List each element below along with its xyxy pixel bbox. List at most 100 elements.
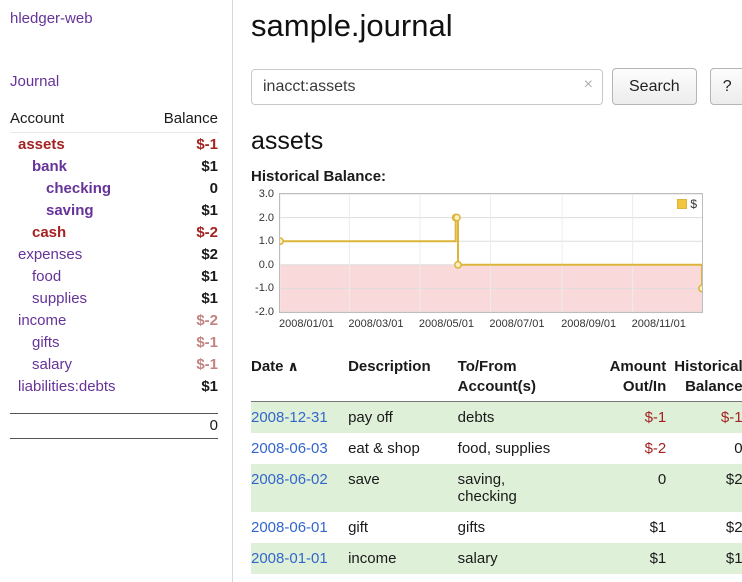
account-balance: $1 — [147, 287, 218, 309]
account-link-cash[interactable]: cash — [32, 224, 66, 241]
account-row: assets $-1 — [10, 133, 218, 156]
account-balance: $2 — [147, 243, 218, 265]
transaction-balance: $2 — [674, 464, 742, 512]
transaction-date-link[interactable]: 2008-06-03 — [251, 440, 328, 457]
account-row: food $1 — [10, 265, 218, 287]
transaction-row: 2008-01-01 income salary $1 $1 — [251, 543, 742, 574]
transactions-table: Date∧ Description To/From Account(s) Amo… — [251, 355, 742, 574]
transaction-description: save — [348, 464, 458, 512]
transaction-amount: $-1 — [606, 402, 674, 434]
col-balance-line2: Balance — [685, 378, 742, 395]
account-balance: $-2 — [147, 309, 218, 331]
transaction-balance: 0 — [674, 433, 742, 464]
col-accounts-line1: To/From — [458, 358, 517, 375]
search-bar: × Search ? — [251, 68, 742, 105]
accounts-table: Account Balance assets $-1 bank $1 check… — [10, 108, 218, 397]
account-link-saving[interactable]: saving — [46, 202, 94, 219]
transaction-description: eat & shop — [348, 433, 458, 464]
accounts-header-row: Account Balance — [10, 108, 218, 133]
account-balance: $1 — [147, 265, 218, 287]
balance-chart-svg — [280, 194, 702, 312]
account-link-expenses[interactable]: expenses — [18, 246, 82, 263]
account-link-assets[interactable]: assets — [18, 136, 65, 153]
y-tick-label: -2.0 — [255, 306, 274, 318]
account-link-bank[interactable]: bank — [32, 158, 67, 175]
transaction-balance: $2 — [674, 512, 742, 543]
transaction-date-link[interactable]: 2008-01-01 — [251, 550, 328, 567]
account-link-checking[interactable]: checking — [46, 180, 111, 197]
col-amount: Amount Out/In — [606, 355, 674, 402]
transaction-amount: $1 — [606, 512, 674, 543]
transaction-accounts: gifts — [458, 512, 607, 543]
y-tick-label: 3.0 — [259, 188, 274, 200]
account-balance: $1 — [147, 199, 218, 221]
account-balance: $-1 — [147, 353, 218, 375]
transactions-header-row: Date∧ Description To/From Account(s) Amo… — [251, 355, 742, 402]
chart-plot: $ — [279, 193, 703, 313]
account-balance: $-2 — [147, 221, 218, 243]
y-tick-label: 0.0 — [259, 259, 274, 271]
main-content: sample.journal × Search ? assets Histori… — [233, 0, 742, 582]
account-link-gifts[interactable]: gifts — [32, 334, 60, 351]
transaction-description: pay off — [348, 402, 458, 434]
account-balance: 0 — [147, 177, 218, 199]
col-date-label: Date — [251, 358, 284, 375]
x-tick-label: 2008/03/01 — [348, 318, 403, 330]
account-row: gifts $-1 — [10, 331, 218, 353]
y-tick-label: 2.0 — [259, 212, 274, 224]
transaction-row: 2008-06-02 save saving, checking 0 $2 — [251, 464, 742, 512]
historical-balance-chart: 3.02.01.00.0-1.0-2.0 $ 2008/01/012008/03… — [251, 193, 742, 343]
account-link-liabilities-debts[interactable]: liabilities:debts — [18, 378, 116, 395]
transaction-date-link[interactable]: 2008-06-02 — [251, 471, 328, 488]
transaction-accounts: salary — [458, 543, 607, 574]
transaction-date-link[interactable]: 2008-06-01 — [251, 519, 328, 536]
account-row: salary $-1 — [10, 353, 218, 375]
col-amount-line2: Out/In — [623, 378, 666, 395]
accounts-total: 0 — [10, 413, 218, 439]
clear-search-icon[interactable]: × — [584, 77, 593, 93]
accounts-col-balance: Balance — [147, 108, 218, 133]
search-box: × — [251, 69, 603, 105]
journal-nav-link[interactable]: Journal — [10, 73, 59, 90]
col-balance-line1: Historical — [674, 358, 742, 375]
account-link-income[interactable]: income — [18, 312, 66, 329]
account-row: income $-2 — [10, 309, 218, 331]
transaction-balance: $-1 — [674, 402, 742, 434]
x-tick-label: 2008/09/01 — [561, 318, 616, 330]
account-link-supplies[interactable]: supplies — [32, 290, 87, 307]
transaction-row: 2008-12-31 pay off debts $-1 $-1 — [251, 402, 742, 434]
account-row: expenses $2 — [10, 243, 218, 265]
app-title-link[interactable]: hledger-web — [10, 10, 93, 27]
account-balance: $-1 — [147, 133, 218, 156]
transaction-date-link[interactable]: 2008-12-31 — [251, 409, 328, 426]
chart-heading: Historical Balance: — [251, 168, 742, 185]
x-tick-label: 2008/11/01 — [632, 318, 686, 330]
account-link-salary[interactable]: salary — [32, 356, 72, 373]
account-row: cash $-2 — [10, 221, 218, 243]
chart-legend: $ — [677, 197, 697, 211]
transaction-amount: $1 — [606, 543, 674, 574]
transaction-balance: $1 — [674, 543, 742, 574]
account-row: liabilities:debts $1 — [10, 375, 218, 397]
account-balance: $1 — [147, 375, 218, 397]
transaction-description: gift — [348, 512, 458, 543]
transaction-row: 2008-06-03 eat & shop food, supplies $-2… — [251, 433, 742, 464]
account-link-food[interactable]: food — [32, 268, 61, 285]
col-date-sortable[interactable]: Date∧ — [251, 355, 348, 402]
search-input[interactable] — [251, 69, 603, 105]
help-button[interactable]: ? — [710, 68, 742, 105]
account-row: saving $1 — [10, 199, 218, 221]
transaction-amount: 0 — [606, 464, 674, 512]
col-balance: Historical Balance — [674, 355, 742, 402]
transaction-row: 2008-06-01 gift gifts $1 $2 — [251, 512, 742, 543]
legend-swatch-icon — [677, 199, 687, 209]
transaction-accounts: food, supplies — [458, 433, 607, 464]
transaction-accounts: saving, checking — [458, 464, 607, 512]
y-tick-label: -1.0 — [255, 282, 274, 294]
transaction-accounts-text: saving, checking — [458, 471, 556, 505]
chart-y-axis: 3.02.01.00.0-1.0-2.0 — [251, 193, 277, 315]
col-amount-line1: Amount — [610, 358, 667, 375]
account-title: assets — [251, 127, 742, 156]
account-row: bank $1 — [10, 155, 218, 177]
search-button[interactable]: Search — [612, 68, 697, 105]
